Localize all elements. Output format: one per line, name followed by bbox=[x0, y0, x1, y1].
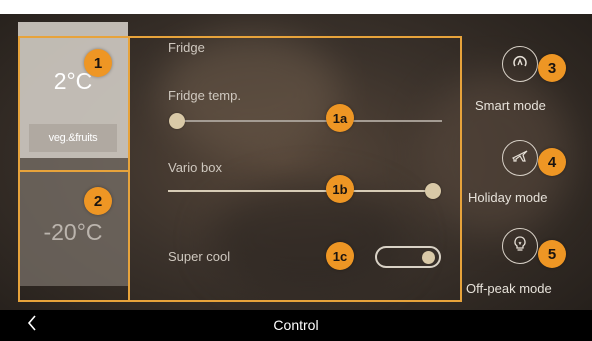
fridge-temp-label: Fridge temp. bbox=[168, 88, 241, 103]
super-cool-toggle-knob bbox=[422, 251, 435, 264]
holiday-mode-label: Holiday mode bbox=[468, 190, 548, 205]
freezer-temperature: -20°C bbox=[43, 219, 103, 245]
callout-badge-off-peak-mode: 5 bbox=[538, 240, 566, 268]
fridge-temp-slider-thumb[interactable] bbox=[169, 113, 185, 129]
vario-box-label: Vario box bbox=[168, 160, 222, 175]
airplane-icon bbox=[511, 147, 529, 170]
callout-badge-freezer-panel: 2 bbox=[84, 187, 112, 215]
background-blur bbox=[210, 184, 410, 294]
callout-badge-holiday-mode: 4 bbox=[538, 148, 566, 176]
callout-badge-super-cool: 1c bbox=[326, 242, 354, 270]
off-peak-mode-label: Off-peak mode bbox=[466, 281, 552, 296]
callout-badge-vario-box: 1b bbox=[326, 175, 354, 203]
super-cool-toggle[interactable] bbox=[375, 246, 441, 268]
super-cool-label: Super cool bbox=[168, 249, 231, 264]
off-peak-mode-button[interactable] bbox=[502, 228, 538, 264]
callout-badge-fridge-panel: 1 bbox=[84, 49, 112, 77]
fridge-temp-slider-track[interactable] bbox=[176, 120, 442, 122]
vario-box-slider-track[interactable] bbox=[168, 190, 434, 192]
lightbulb-icon bbox=[511, 235, 529, 258]
veg-fruits-button[interactable]: veg.&fruits bbox=[29, 124, 117, 152]
smart-mode-icon bbox=[511, 53, 529, 76]
fridge-section-label: Fridge bbox=[168, 40, 205, 55]
fridge-temperature: 2°C bbox=[53, 68, 93, 94]
vario-box-slider-thumb[interactable] bbox=[425, 183, 441, 199]
page-title: Control bbox=[273, 317, 319, 333]
smart-mode-button[interactable] bbox=[502, 46, 538, 82]
smart-mode-label: Smart mode bbox=[475, 98, 546, 113]
callout-badge-fridge-temp: 1a bbox=[326, 104, 354, 132]
callout-badge-smart-mode: 3 bbox=[538, 54, 566, 82]
holiday-mode-button[interactable] bbox=[502, 140, 538, 176]
